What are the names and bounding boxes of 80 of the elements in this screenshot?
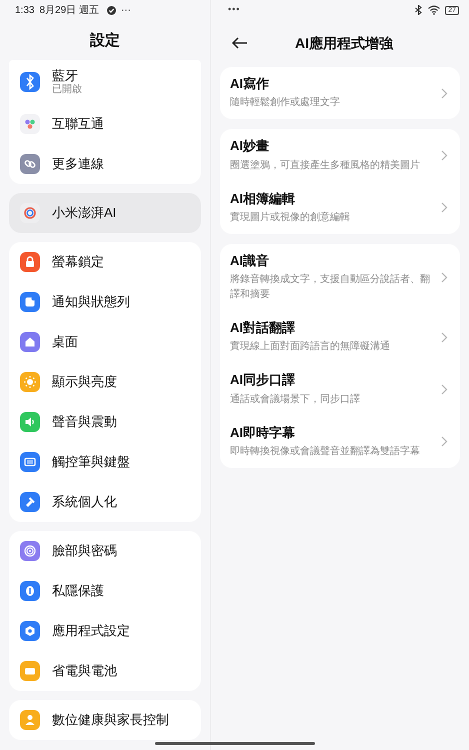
- feature-item[interactable]: AI相簿編輯 實現圖片或視像的創意編輯: [220, 182, 460, 234]
- dots-icon: [20, 114, 40, 134]
- feature-description: 即時轉換視像或會議聲音並翻譯為雙語字幕: [230, 444, 421, 459]
- settings-item[interactable]: 通知與狀態列: [9, 282, 201, 322]
- settings-item[interactable]: 螢幕鎖定: [9, 242, 201, 282]
- chevron-icon: [441, 272, 448, 283]
- settings-item[interactable]: 私隱保護: [9, 571, 201, 611]
- settings-item[interactable]: 省電與電池: [9, 651, 201, 691]
- person-icon: [20, 710, 40, 730]
- bluetooth-icon: [414, 5, 424, 15]
- settings-item[interactable]: 互聯互通: [9, 104, 201, 144]
- settings-item[interactable]: 觸控筆與鍵盤: [9, 442, 201, 482]
- status-date: 8月29日 週五: [39, 4, 99, 18]
- feature-description: 隨時輕鬆創作或處理文字: [230, 96, 341, 110]
- item-label: 藍牙: [52, 68, 79, 84]
- sun-icon: [20, 372, 40, 392]
- feature-item[interactable]: AI對話翻譯 實現線上面對面跨語言的無障礙溝通: [220, 311, 460, 364]
- feature-title: AI寫作: [230, 76, 270, 92]
- settings-item[interactable]: 聲音與震動: [9, 402, 201, 442]
- lock-icon: [20, 252, 40, 272]
- chevron-icon: [441, 88, 448, 99]
- feature-item[interactable]: AI寫作 隨時輕鬆創作或處理文字: [220, 67, 460, 120]
- feature-description: 通話或會議場景下，同步口譯: [230, 392, 361, 406]
- chevron-icon: [441, 436, 448, 448]
- settings-item[interactable]: 應用程式設定: [9, 611, 201, 651]
- page-title: 設定: [90, 30, 120, 51]
- chevron-icon: [441, 332, 448, 343]
- item-label: 數位健康與家長控制: [52, 711, 169, 730]
- feature-title: AI即時字幕: [230, 424, 296, 441]
- item-label: 省電與電池: [52, 662, 117, 680]
- item-label: 顯示與亮度: [52, 373, 117, 392]
- status-time: 1:33: [15, 4, 34, 18]
- settings-item[interactable]: 桌面: [9, 322, 201, 362]
- keyboard-icon: [20, 452, 40, 472]
- chevron-icon: [441, 150, 448, 161]
- feature-title: AI對話翻譯: [230, 320, 296, 336]
- bluetooth-icon: [20, 72, 40, 92]
- settings-item[interactable]: 數位健康與家長控制: [9, 700, 201, 740]
- item-label: 更多連線: [52, 155, 104, 174]
- feature-description: 實現線上面對面跨語言的無障礙溝通: [230, 340, 391, 354]
- feature-item[interactable]: AI即時字幕 即時轉換視像或會議聲音並翻譯為雙語字幕: [220, 416, 460, 468]
- item-label: 臉部與密碼: [52, 542, 117, 560]
- feature-item[interactable]: AI識音 將錄音轉換成文字，支援自動區分說話者、翻譯和摘要: [220, 244, 460, 311]
- status-more: ···: [120, 4, 131, 18]
- item-label: 系統個人化: [52, 493, 117, 512]
- page-title: AI應用程式增強: [295, 34, 393, 53]
- chevron-icon: [441, 384, 448, 395]
- battery-icon: [20, 661, 40, 681]
- speaker-icon: [20, 412, 40, 432]
- item-label: 小米澎湃AI: [52, 204, 116, 222]
- settings-item[interactable]: 更多連線: [9, 144, 201, 184]
- feature-title: AI相簿編輯: [230, 190, 296, 207]
- item-label: 桌面: [52, 333, 78, 352]
- settings-item[interactable]: 顯示與亮度: [9, 362, 201, 402]
- item-label: 螢幕鎖定: [52, 253, 104, 272]
- feature-item[interactable]: AI同步口譯 通話或會議場景下，同步口譯: [220, 363, 460, 416]
- item-label: 聲音與震動: [52, 413, 117, 432]
- feature-description: 圈選塗鴉，可直接產生多種風格的精美圖片: [230, 158, 421, 172]
- item-status: 已開啟: [52, 84, 82, 96]
- status-more: •••: [228, 3, 240, 16]
- check-icon: [106, 6, 116, 14]
- item-label: 應用程式設定: [52, 622, 130, 640]
- feature-title: AI妙畫: [230, 138, 270, 154]
- chevron-icon: [441, 202, 448, 214]
- item-label: 私隱保護: [52, 582, 104, 600]
- wifi-icon: [428, 5, 440, 15]
- item-label: 通知與狀態列: [52, 293, 130, 312]
- feature-title: AI識音: [230, 252, 270, 269]
- feature-title: AI同步口譯: [230, 372, 296, 388]
- item-label: 觸控筆與鍵盤: [52, 453, 130, 472]
- feature-item[interactable]: AI妙畫 圈選塗鴉，可直接產生多種風格的精美圖片: [220, 129, 460, 182]
- link-icon: [20, 154, 40, 174]
- feature-description: 實現圖片或視像的創意編輯: [230, 210, 351, 225]
- item-label: 互聯互通: [52, 115, 104, 134]
- settings-item[interactable]: 系統個人化: [9, 482, 201, 522]
- settings-item[interactable]: 藍牙 已開啟: [9, 60, 201, 104]
- home-icon: [20, 332, 40, 352]
- hexagon-icon: [20, 621, 40, 641]
- feature-description: 將錄音轉換成文字，支援自動區分說話者、翻譯和摘要: [230, 272, 431, 302]
- settings-item[interactable]: 臉部與密碼: [9, 531, 201, 571]
